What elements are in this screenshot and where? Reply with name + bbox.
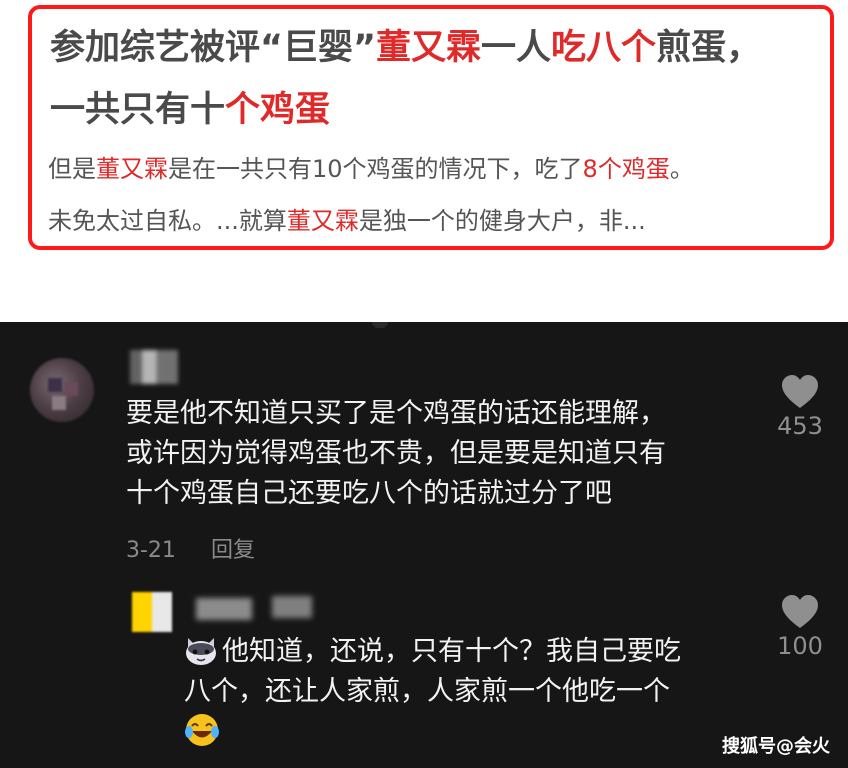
headline-line-1: 参加综艺被评“巨婴”董又霖一人吃八个煎蛋， <box>50 17 840 79</box>
news-headline[interactable]: 参加综艺被评“巨婴”董又霖一人吃八个煎蛋， 一共只有十个鸡蛋 <box>50 17 840 141</box>
reply-line-3 <box>184 712 764 754</box>
comment-meta: 3-21 回复 <box>126 532 283 564</box>
comment-line: 或许因为觉得鸡蛋也不贵，但是要是知道只有 <box>126 438 666 469</box>
reply-text-line: 八个，还让人家煎，人家煎一个他吃一个 <box>184 676 670 707</box>
comment-line: 要是他不知道只买了是个鸡蛋的话还能理解， <box>126 398 666 429</box>
comment-section: 要是他不知道只买了是个鸡蛋的话还能理解， 或许因为觉得鸡蛋也不贵，但是要是知道只… <box>0 322 848 768</box>
summary-text: 是在一共只有10个鸡蛋的情况下，吃了 <box>168 155 583 183</box>
headline-highlight-eat: 吃八个 <box>551 28 657 68</box>
summary-highlight-name: 董又霖 <box>286 207 359 235</box>
summary-text: 但是 <box>48 155 96 183</box>
headline-highlight-eggs: 个鸡蛋 <box>225 90 331 130</box>
reply-line-1: 他知道，还说，只有十个？我自己要吃 <box>184 632 764 672</box>
headline-text: 一人 <box>481 28 552 68</box>
reply-body: 他知道，还说，只有十个？我自己要吃 八个，还让人家煎，人家煎一个他吃一个 <box>184 632 764 754</box>
reply-button[interactable]: 回复 <box>211 538 255 563</box>
avatar-blur-pixel <box>64 382 78 396</box>
heart-icon <box>782 595 818 628</box>
news-summary: 但是董又霖是在一共只有10个鸡蛋的情况下，吃了8个鸡蛋。 未免太过自私。...就… <box>48 143 838 247</box>
reply-text-line: 他知道，还说，只有十个？我自己要吃 <box>222 636 681 667</box>
commenter-name-blurred[interactable] <box>130 350 178 384</box>
headline-text: 参加综艺被评“巨婴” <box>50 28 377 68</box>
comment-body: 要是他不知道只买了是个鸡蛋的话还能理解， 或许因为觉得鸡蛋也不贵，但是要是知道只… <box>126 394 766 514</box>
avatar-blur-pixel <box>48 378 62 392</box>
reply-avatar[interactable] <box>132 592 172 632</box>
summary-highlight-name: 董又霖 <box>96 155 168 183</box>
news-card[interactable]: 参加综艺被评“巨婴”董又霖一人吃八个煎蛋， 一共只有十个鸡蛋 但是董又霖是在一共… <box>28 5 834 250</box>
like-count: 100 <box>777 632 823 660</box>
like-count: 453 <box>777 412 823 440</box>
summary-line-2: 未免太过自私。...就算董又霖是独一个的健身大户，非... <box>48 195 838 247</box>
summary-line-1: 但是董又霖是在一共只有10个鸡蛋的情况下，吃了8个鸡蛋。 <box>48 143 838 195</box>
headline-line-2: 一共只有十个鸡蛋 <box>50 79 840 141</box>
reply-name-blurred[interactable] <box>196 598 252 620</box>
drag-handle <box>372 322 388 328</box>
headline-text: 一共只有十 <box>50 90 226 130</box>
summary-text: 。 <box>669 155 694 183</box>
summary-text: 是独一个的健身大户，非... <box>358 207 646 235</box>
reply-like-button[interactable]: 100 <box>770 594 830 660</box>
avatar-blur-pixel <box>52 396 66 410</box>
headline-text: 煎蛋， <box>656 28 762 68</box>
summary-highlight-eggs: 8个鸡蛋 <box>582 155 670 183</box>
commenter-avatar[interactable] <box>30 358 94 422</box>
summary-text: 未免太过自私。...就算 <box>48 207 287 235</box>
cat-face-emoji-icon <box>186 638 216 665</box>
heart-icon <box>782 375 818 408</box>
headline-highlight-name: 董又霖 <box>376 28 482 68</box>
laughing-tears-emoji-icon <box>185 714 219 746</box>
watermark-text: 搜狐号@会火 <box>722 736 830 757</box>
reply-name-blurred <box>272 596 312 618</box>
comment-like-button[interactable]: 453 <box>770 374 830 440</box>
comment-date: 3-21 <box>126 538 176 563</box>
comment-line: 十个鸡蛋自己还要吃八个的话就过分了吧 <box>126 478 612 509</box>
